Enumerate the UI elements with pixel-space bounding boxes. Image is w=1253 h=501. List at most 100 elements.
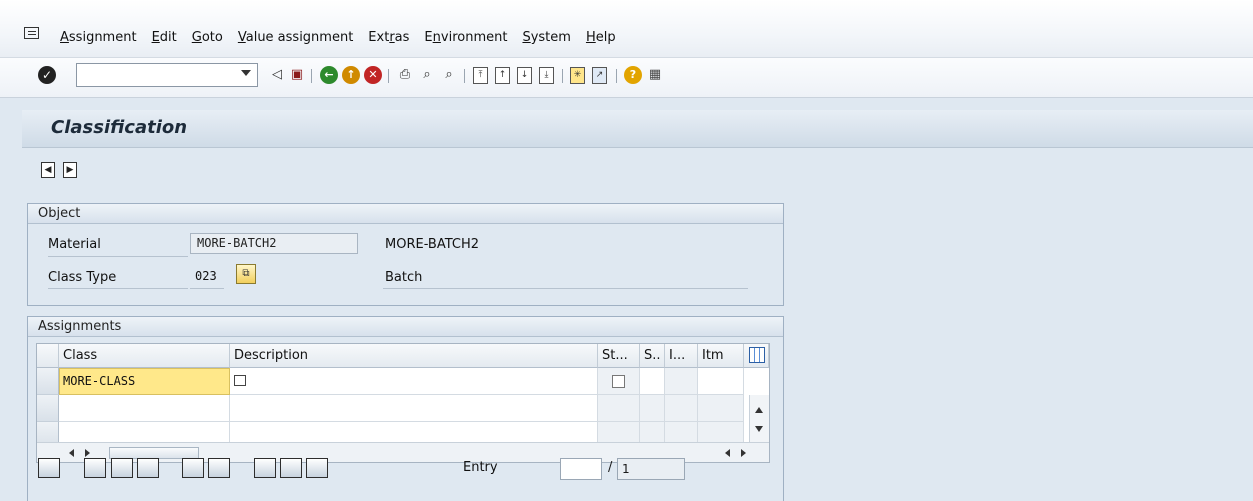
delete-row-button[interactable] — [208, 458, 230, 478]
insert-row-button[interactable] — [182, 458, 204, 478]
s-cell[interactable] — [640, 368, 665, 395]
class-type-help-icon[interactable]: ⧉ — [236, 264, 256, 284]
layout-menu-icon[interactable]: ▦ — [646, 66, 664, 84]
column-header-status[interactable]: St... — [598, 344, 640, 368]
menu-help[interactable]: Help — [586, 30, 616, 45]
exit-icon[interactable]: ↑ — [342, 66, 360, 84]
entry-field[interactable] — [560, 458, 602, 480]
toolbar-separator — [616, 69, 617, 83]
status-cell — [598, 368, 640, 395]
choose-button[interactable] — [306, 458, 328, 478]
find-next-icon[interactable]: ⌕ — [440, 66, 458, 84]
object-panel: Object Material MORE-BATCH2 MORE-BATCH2 … — [27, 203, 784, 306]
title-bar: Classification — [22, 110, 1253, 148]
material-description: MORE-BATCH2 — [385, 237, 480, 252]
i-cell — [665, 368, 698, 395]
column-config-header — [744, 344, 769, 368]
item-cell[interactable] — [698, 368, 744, 395]
menu-edit[interactable]: Edit — [152, 30, 177, 45]
menu-extras[interactable]: Extras — [368, 30, 409, 45]
row-selector[interactable] — [37, 395, 59, 422]
command-field[interactable] — [76, 63, 258, 87]
item-cell — [698, 395, 744, 422]
standard-toolbar: ✓ ◁ ▣ ← ↑ ✕ ⎙ ⌕ ⌕ ⤒ ↑ ↓ ⤓ ✳ ↗ ? ▦ — [0, 58, 1253, 98]
application-toolbar: ◀ ▶ — [22, 148, 1253, 188]
row-selector[interactable] — [37, 368, 59, 395]
menu-value-assignment[interactable]: Value assignment — [238, 30, 353, 45]
class-input[interactable]: MORE-CLASS — [59, 368, 230, 395]
next-object-icon[interactable]: ▶ — [63, 162, 77, 178]
entry-label: Entry — [463, 460, 498, 475]
column-header-item[interactable]: Itm — [698, 344, 744, 368]
object-panel-header: Object — [28, 204, 783, 224]
print-icon[interactable]: ⎙ — [396, 66, 414, 84]
scroll-right-icon[interactable] — [741, 449, 746, 457]
back-green-icon[interactable]: ← — [320, 66, 338, 84]
i-cell — [665, 395, 698, 422]
menu-environment[interactable]: Environment — [424, 30, 507, 45]
assignments-panel-header: Assignments — [28, 317, 783, 337]
material-field[interactable]: MORE-BATCH2 — [190, 233, 358, 254]
new-session-icon[interactable]: ✳ — [570, 67, 585, 84]
menu-assignment[interactable]: Assignment — [60, 30, 137, 45]
previous-page-icon[interactable]: ↑ — [495, 67, 510, 84]
next-page-icon[interactable]: ↓ — [517, 67, 532, 84]
scroll-up-icon[interactable] — [755, 407, 763, 413]
menu-bar: Assignment Edit Goto Value assignment Ex… — [0, 0, 1253, 58]
select-block-button[interactable] — [84, 458, 106, 478]
divider — [48, 256, 188, 257]
cancel-icon[interactable]: ✕ — [364, 66, 382, 84]
entry-separator: / — [608, 460, 613, 475]
column-header-s[interactable]: S.. — [640, 344, 665, 368]
divider — [48, 288, 188, 289]
help-icon[interactable]: ? — [624, 66, 642, 84]
scroll-left-icon[interactable] — [69, 449, 74, 457]
enter-check-icon[interactable]: ✓ — [38, 66, 56, 84]
entry-total: 1 — [617, 458, 685, 480]
table-settings-icon[interactable] — [749, 347, 765, 363]
material-label: Material — [48, 237, 101, 252]
details-button[interactable] — [38, 458, 60, 478]
chevron-down-icon[interactable] — [241, 70, 251, 76]
deselect-all-button[interactable] — [280, 458, 302, 478]
column-header-i[interactable]: I... — [665, 344, 698, 368]
select-all-corner[interactable] — [37, 344, 59, 368]
status-cell — [598, 395, 640, 422]
assignments-table: Class Description St... S.. I... Itm MOR… — [36, 343, 770, 463]
find-icon[interactable]: ⌕ — [418, 66, 436, 84]
scroll-left-icon[interactable] — [725, 449, 730, 457]
s-cell — [640, 395, 665, 422]
menu-items: Assignment Edit Goto Value assignment Ex… — [60, 30, 631, 45]
divider — [190, 288, 224, 289]
status-checkbox[interactable] — [612, 375, 625, 388]
long-text-icon[interactable] — [234, 375, 246, 386]
toolbar-separator — [388, 69, 389, 83]
menu-goto[interactable]: Goto — [192, 30, 223, 45]
select-all-button[interactable] — [254, 458, 276, 478]
back-arrow-icon[interactable]: ◁ — [268, 66, 286, 84]
description-cell — [230, 368, 598, 395]
scroll-down-icon[interactable] — [755, 426, 763, 432]
column-header-description[interactable]: Description — [230, 344, 598, 368]
save-icon[interactable]: ▣ — [288, 66, 306, 84]
toolbar-separator — [464, 69, 465, 83]
last-page-icon[interactable]: ⤓ — [539, 67, 554, 84]
sort-descending-button[interactable] — [111, 458, 133, 478]
sort-ascending-button[interactable] — [137, 458, 159, 478]
previous-object-icon[interactable]: ◀ — [41, 162, 55, 178]
menu-system[interactable]: System — [522, 30, 571, 45]
description-cell — [230, 395, 598, 422]
divider — [383, 288, 748, 289]
command-input[interactable] — [81, 65, 231, 85]
column-header-class[interactable]: Class — [59, 344, 230, 368]
class-type-field[interactable]: 023 — [195, 269, 217, 283]
shortcut-icon[interactable]: ↗ — [592, 67, 607, 84]
scroll-right-icon[interactable] — [85, 449, 90, 457]
class-type-label: Class Type — [48, 270, 117, 285]
class-input[interactable] — [59, 395, 230, 422]
toolbar-separator — [311, 69, 312, 83]
first-page-icon[interactable]: ⤒ — [473, 67, 488, 84]
system-menu-icon[interactable] — [24, 27, 39, 39]
vertical-scrollbar[interactable] — [749, 395, 769, 443]
class-type-description: Batch — [385, 270, 423, 285]
